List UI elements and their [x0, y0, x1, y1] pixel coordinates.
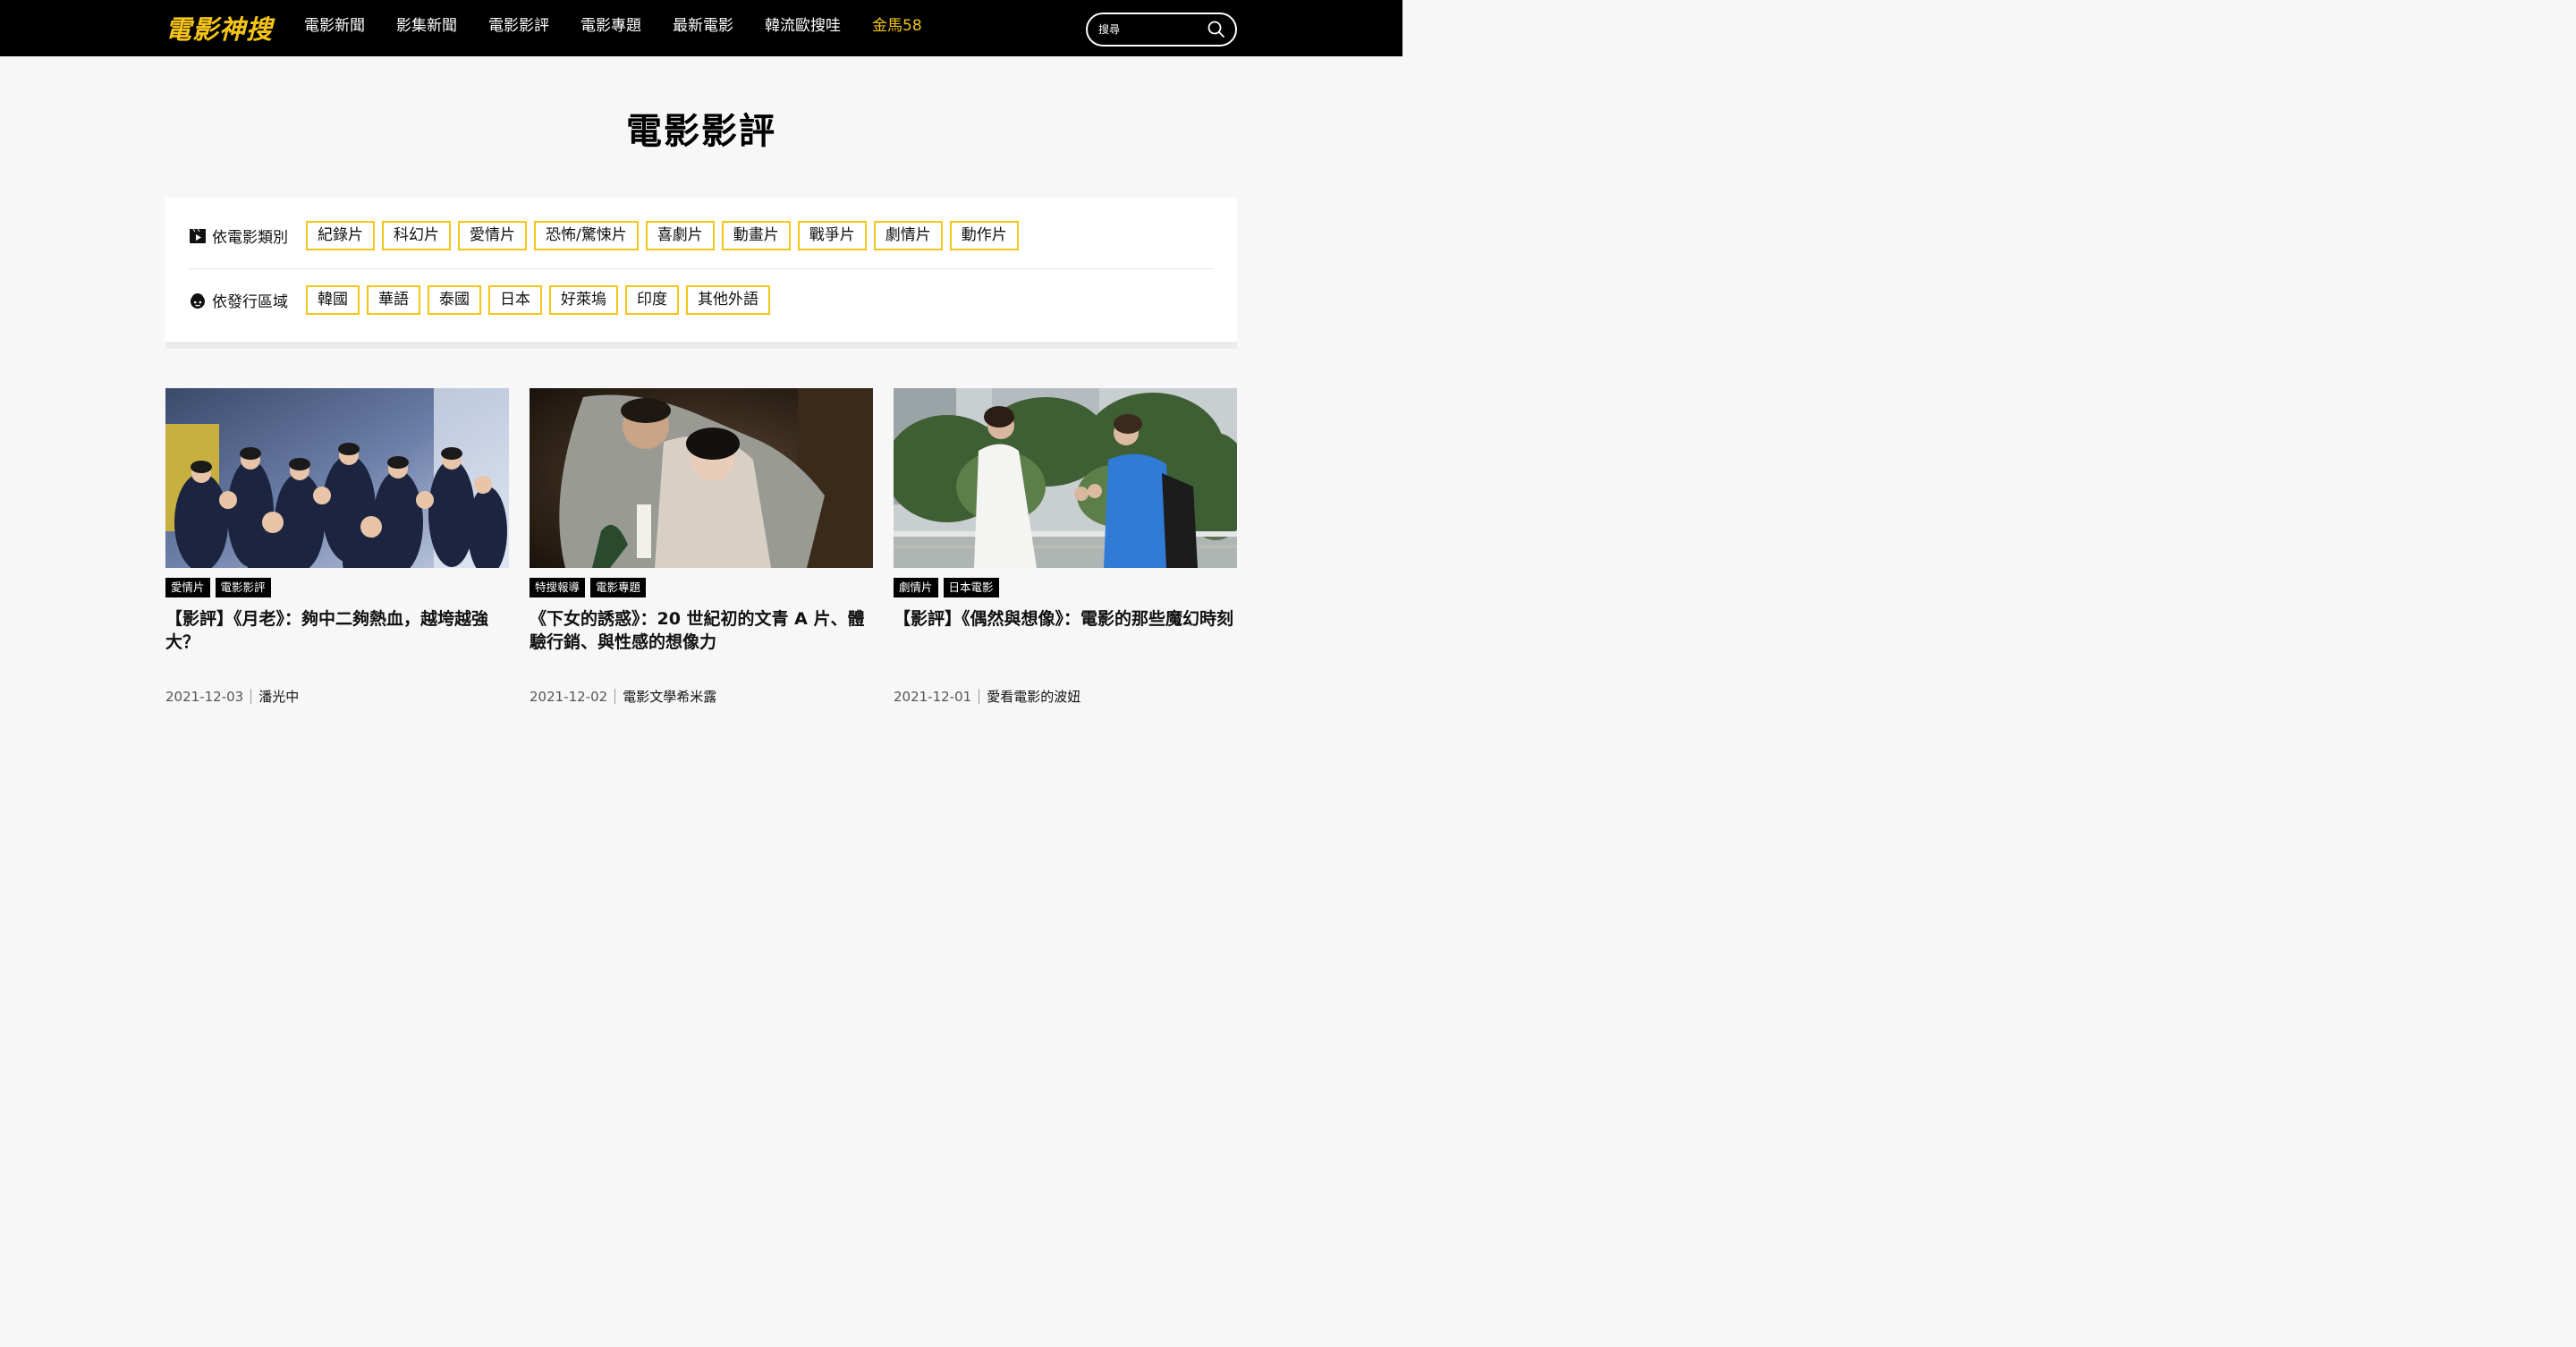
- region-tag-korea[interactable]: 韓國: [306, 285, 360, 315]
- article-author[interactable]: 潘光中: [258, 687, 299, 706]
- nav-item-latest-movies[interactable]: 最新電影: [673, 15, 733, 37]
- article-image: [530, 388, 873, 568]
- genre-tag-romance[interactable]: 愛情片: [458, 221, 527, 250]
- genre-tag-documentary[interactable]: 紀錄片: [306, 221, 375, 250]
- category-badge[interactable]: 電影專題: [590, 578, 647, 597]
- article-categories: 愛情片 電影影評: [165, 578, 509, 597]
- article-thumbnail[interactable]: [894, 388, 1237, 568]
- region-tag-chinese[interactable]: 華語: [367, 285, 420, 315]
- genre-tag-comedy[interactable]: 喜劇片: [645, 221, 715, 250]
- category-badge[interactable]: 日本電影: [943, 578, 999, 597]
- filter-divider: [189, 268, 1214, 269]
- site-logo[interactable]: 電影神搜: [165, 9, 273, 47]
- article-image: [894, 388, 1237, 568]
- article-meta: 2021-12-02 電影文學希米露: [530, 687, 873, 706]
- filter-panel-shadow: [165, 342, 1237, 349]
- region-filter-label: 依發行區域: [189, 289, 306, 311]
- article-image: [165, 388, 509, 568]
- region-tag-other[interactable]: 其他外語: [686, 285, 770, 315]
- article-author[interactable]: 電影文學希米露: [623, 687, 716, 706]
- nav-item-korean-wave[interactable]: 韓流歐搜哇: [765, 15, 841, 37]
- genre-tag-horror-thriller[interactable]: 恐怖/驚悚片: [534, 221, 639, 250]
- article-date: 2021-12-03: [165, 688, 244, 705]
- meta-separator: [250, 689, 252, 704]
- search-icon[interactable]: [1207, 20, 1226, 39]
- film-play-icon: [190, 228, 206, 243]
- genre-filter-row: 依電影類別 紀錄片 科幻片 愛情片 恐怖/驚悚片 喜劇片 動畫片 戰爭片 劇情片…: [189, 221, 1026, 250]
- article-meta: 2021-12-03 潘光中: [165, 687, 509, 706]
- nav-item-movie-reviews[interactable]: 電影影評: [488, 15, 549, 37]
- genre-filter-label-text: 依電影類別: [212, 229, 288, 247]
- article-categories: 特搜報導 電影專題: [530, 578, 873, 597]
- article-title[interactable]: 《下女的誘惑》：20 世紀初的文青 A 片、體驗行銷、與性感的想像力: [530, 607, 873, 654]
- article-date: 2021-12-02: [530, 688, 608, 705]
- genre-tag-action[interactable]: 動作片: [949, 221, 1019, 250]
- region-filter-label-text: 依發行區域: [212, 293, 288, 311]
- article-thumbnail[interactable]: [165, 388, 509, 568]
- nav-item-movie-features[interactable]: 電影專題: [580, 15, 641, 37]
- genre-filter-label: 依電影類別: [189, 224, 306, 247]
- region-tag-japan[interactable]: 日本: [488, 285, 542, 315]
- article-date: 2021-12-01: [894, 688, 972, 705]
- genre-tag-war[interactable]: 戰爭片: [797, 221, 867, 250]
- top-navbar: 電影神搜 電影新聞 影集新聞 電影影評 電影專題 最新電影 韓流歐搜哇 金馬58: [0, 0, 1402, 56]
- category-badge[interactable]: 劇情片: [894, 578, 938, 597]
- article-title[interactable]: 【影評】《偶然與想像》：電影的那些魔幻時刻: [894, 607, 1237, 654]
- article-meta: 2021-12-01 愛看電影的波妞: [894, 687, 1237, 706]
- genre-tag-scifi[interactable]: 科幻片: [382, 221, 451, 250]
- article-title[interactable]: 【影評】《月老》：夠中二夠熱血，越垮越強大？: [165, 607, 509, 654]
- category-badge[interactable]: 愛情片: [165, 578, 210, 597]
- region-filter-row: 依發行區域 韓國 華語 泰國 日本 好萊塢 印度 其他外語: [189, 285, 777, 315]
- category-badge[interactable]: 電影影評: [215, 578, 271, 597]
- article-card: 愛情片 電影影評 【影評】《月老》：夠中二夠熱血，越垮越強大？ 2021-12-…: [165, 388, 509, 706]
- face-icon: [191, 292, 205, 309]
- region-tag-hollywood[interactable]: 好萊塢: [549, 285, 618, 315]
- genre-tag-animation[interactable]: 動畫片: [721, 221, 791, 250]
- filter-panel: 依電影類別 紀錄片 科幻片 愛情片 恐怖/驚悚片 喜劇片 動畫片 戰爭片 劇情片…: [165, 198, 1237, 342]
- meta-separator: [614, 689, 616, 704]
- main-nav: 電影新聞 影集新聞 電影影評 電影專題 最新電影 韓流歐搜哇 金馬58: [304, 15, 953, 37]
- search-box: [1086, 13, 1237, 47]
- article-card: 特搜報導 電影專題 《下女的誘惑》：20 世紀初的文青 A 片、體驗行銷、與性感…: [530, 388, 873, 706]
- region-tag-india[interactable]: 印度: [625, 285, 679, 315]
- article-thumbnail[interactable]: [530, 388, 873, 568]
- category-badge[interactable]: 特搜報導: [530, 578, 586, 597]
- page-title: 電影影評: [626, 111, 776, 152]
- search-input[interactable]: [1098, 21, 1206, 38]
- nav-item-golden-horse[interactable]: 金馬58: [872, 15, 922, 37]
- article-card: 劇情片 日本電影 【影評】《偶然與想像》：電影的那些魔幻時刻 2021-12-0…: [894, 388, 1237, 706]
- nav-item-movie-news[interactable]: 電影新聞: [304, 15, 365, 37]
- region-tag-thailand[interactable]: 泰國: [428, 285, 481, 315]
- genre-tag-drama[interactable]: 劇情片: [873, 221, 943, 250]
- article-author[interactable]: 愛看電影的波妞: [987, 687, 1080, 706]
- nav-item-series-news[interactable]: 影集新聞: [396, 15, 457, 37]
- article-categories: 劇情片 日本電影: [894, 578, 1237, 597]
